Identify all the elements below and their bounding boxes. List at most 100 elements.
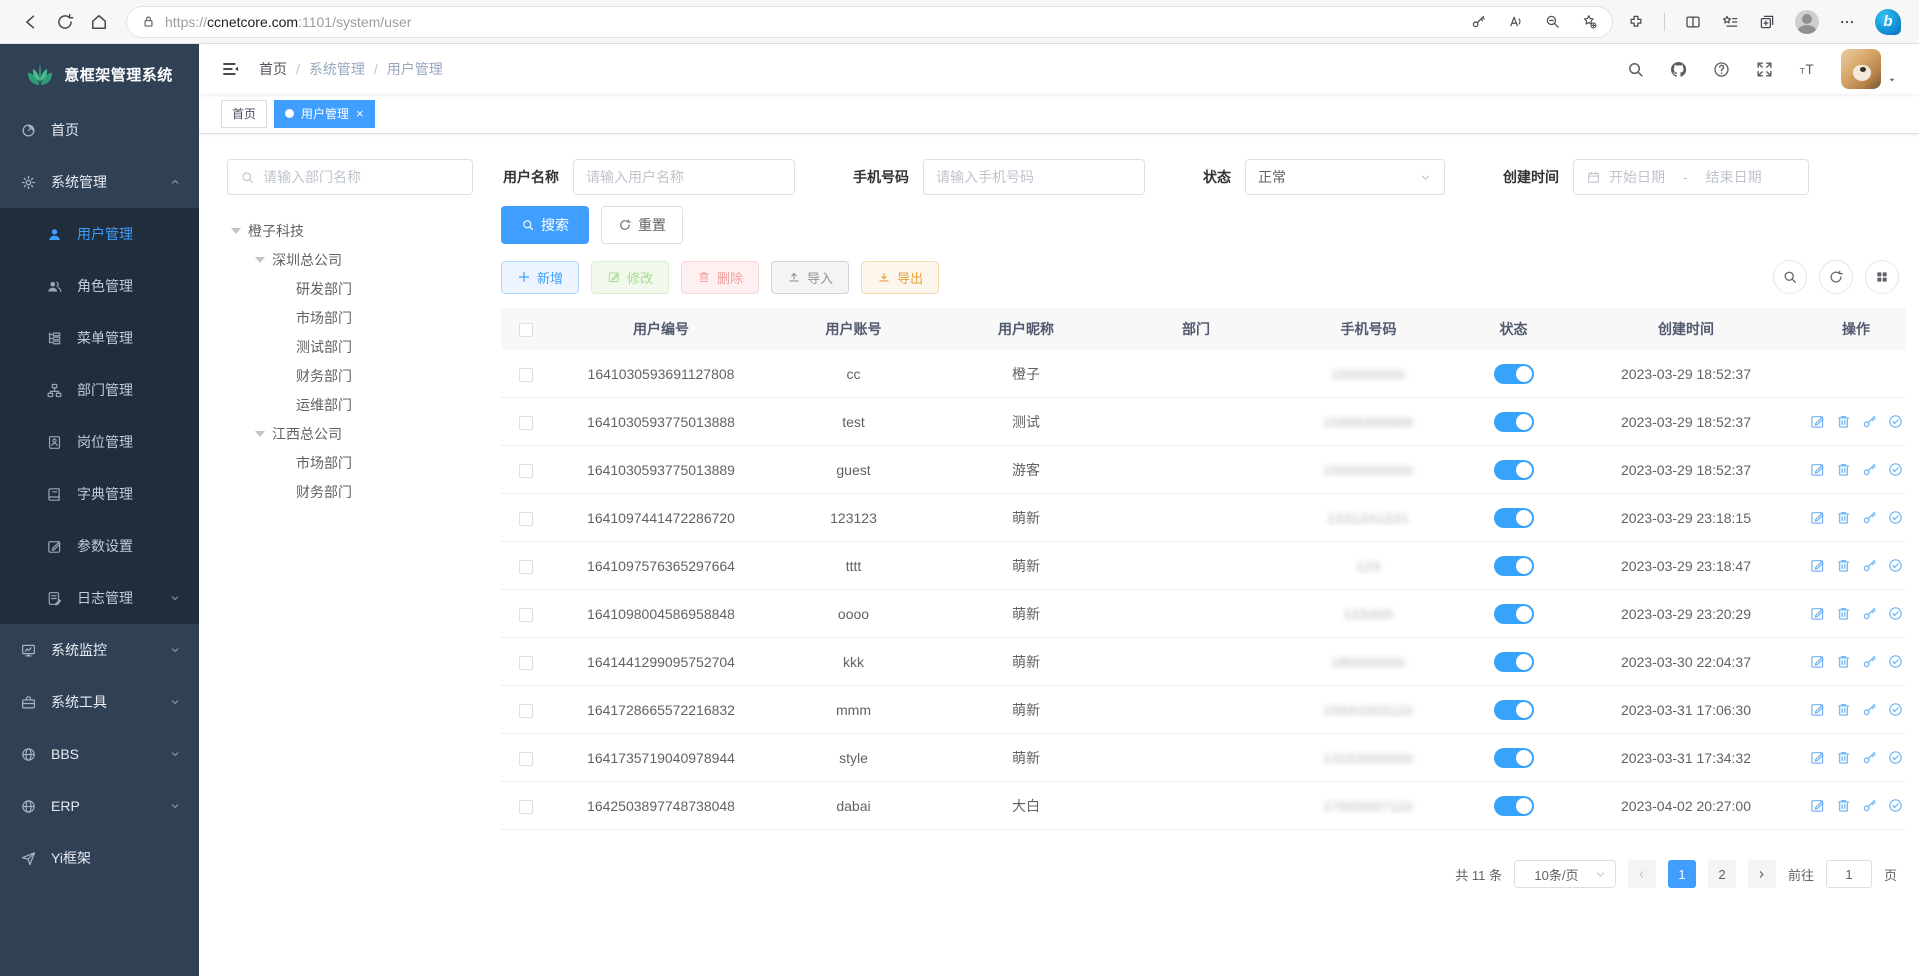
tab[interactable]: 首页: [221, 100, 267, 128]
reset-password-icon[interactable]: [1861, 797, 1878, 814]
breadcrumb-item[interactable]: 系统管理: [309, 59, 365, 79]
status-toggle[interactable]: [1494, 460, 1534, 480]
row-checkbox[interactable]: [519, 752, 533, 766]
edit-button[interactable]: 修改: [591, 261, 669, 294]
tab[interactable]: 用户管理 ×: [274, 100, 375, 128]
reset-password-icon[interactable]: [1861, 749, 1878, 766]
refresh-icon[interactable]: [48, 5, 82, 39]
fullscreen-icon[interactable]: [1755, 60, 1774, 79]
edit-icon[interactable]: [1809, 605, 1826, 622]
split-screen-icon[interactable]: [1684, 13, 1702, 31]
back-icon[interactable]: [14, 5, 48, 39]
phone-input[interactable]: 请输入手机号码: [923, 159, 1145, 195]
assign-role-icon[interactable]: [1887, 605, 1904, 622]
add-button[interactable]: 新增: [501, 261, 579, 294]
favorites-bar-icon[interactable]: [1721, 13, 1739, 31]
assign-role-icon[interactable]: [1887, 557, 1904, 574]
prev-page-button[interactable]: [1628, 860, 1656, 888]
page-button-1[interactable]: 1: [1668, 860, 1696, 888]
next-page-button[interactable]: [1748, 860, 1776, 888]
reset-password-icon[interactable]: [1861, 509, 1878, 526]
status-toggle[interactable]: [1494, 796, 1534, 816]
home-icon[interactable]: [82, 5, 116, 39]
row-checkbox[interactable]: [519, 704, 533, 718]
row-checkbox[interactable]: [519, 560, 533, 574]
sidebar-item-bbs[interactable]: BBS: [0, 728, 199, 780]
edit-icon[interactable]: [1809, 557, 1826, 574]
user-menu[interactable]: [1841, 49, 1897, 89]
tree-node[interactable]: 研发部门: [227, 274, 501, 303]
assign-role-icon[interactable]: [1887, 461, 1904, 478]
sidebar-item-log-mgmt[interactable]: 日志管理: [0, 572, 199, 624]
page-button-2[interactable]: 2: [1708, 860, 1736, 888]
refresh-table-button[interactable]: [1819, 260, 1853, 294]
delete-button[interactable]: 删除: [681, 261, 759, 294]
tree-node[interactable]: 市场部门: [227, 303, 501, 332]
tree-node[interactable]: 橙子科技: [227, 216, 501, 245]
header-search-icon[interactable]: [1626, 60, 1645, 79]
collapse-sidebar-icon[interactable]: [221, 59, 241, 79]
date-range-picker[interactable]: 开始日期 - 结束日期: [1573, 159, 1809, 195]
reset-password-icon[interactable]: [1861, 605, 1878, 622]
reset-password-icon[interactable]: [1861, 701, 1878, 718]
search-button[interactable]: 搜索: [501, 206, 589, 244]
tree-node[interactable]: 测试部门: [227, 332, 501, 361]
edit-icon[interactable]: [1809, 509, 1826, 526]
tree-node[interactable]: 运维部门: [227, 390, 501, 419]
reset-password-icon[interactable]: [1861, 413, 1878, 430]
github-icon[interactable]: [1669, 60, 1688, 79]
status-toggle[interactable]: [1494, 412, 1534, 432]
sidebar-item-post-mgmt[interactable]: 岗位管理: [0, 416, 199, 468]
select-all-checkbox[interactable]: [519, 323, 533, 337]
extensions-icon[interactable]: [1627, 13, 1645, 31]
sidebar-item-dept-mgmt[interactable]: 部门管理: [0, 364, 199, 416]
sidebar-item-home[interactable]: 首页: [0, 104, 199, 156]
delete-icon[interactable]: [1835, 509, 1852, 526]
column-settings-button[interactable]: [1865, 260, 1899, 294]
reset-password-icon[interactable]: [1861, 653, 1878, 670]
tree-node[interactable]: 江西总公司: [227, 419, 501, 448]
assign-role-icon[interactable]: [1887, 749, 1904, 766]
status-toggle[interactable]: [1494, 364, 1534, 384]
browser-profile-icon[interactable]: [1795, 10, 1819, 34]
reset-password-icon[interactable]: [1861, 557, 1878, 574]
row-checkbox[interactable]: [519, 416, 533, 430]
reset-password-icon[interactable]: [1861, 461, 1878, 478]
status-toggle[interactable]: [1494, 604, 1534, 624]
username-input[interactable]: 请输入用户名称: [573, 159, 795, 195]
edit-icon[interactable]: [1809, 797, 1826, 814]
edit-icon[interactable]: [1809, 701, 1826, 718]
delete-icon[interactable]: [1835, 413, 1852, 430]
help-icon[interactable]: [1712, 60, 1731, 79]
row-checkbox[interactable]: [519, 656, 533, 670]
reset-button[interactable]: 重置: [601, 206, 683, 244]
status-toggle[interactable]: [1494, 508, 1534, 528]
dept-search-input[interactable]: 请输入部门名称: [227, 159, 473, 195]
breadcrumb-item[interactable]: 首页: [259, 59, 287, 79]
delete-icon[interactable]: [1835, 797, 1852, 814]
tree-node[interactable]: 市场部门: [227, 448, 501, 477]
tree-node[interactable]: 财务部门: [227, 477, 501, 506]
sidebar-item-erp[interactable]: ERP: [0, 780, 199, 832]
row-checkbox[interactable]: [519, 512, 533, 526]
sidebar-item-param-settings[interactable]: 参数设置: [0, 520, 199, 572]
more-icon[interactable]: [1838, 13, 1856, 31]
collections-icon[interactable]: [1758, 13, 1776, 31]
sidebar-item-system-tools[interactable]: 系统工具: [0, 676, 199, 728]
row-checkbox[interactable]: [519, 608, 533, 622]
page-size-select[interactable]: 10条/页: [1514, 860, 1616, 888]
status-toggle[interactable]: [1494, 748, 1534, 768]
delete-icon[interactable]: [1835, 557, 1852, 574]
export-button[interactable]: 导出: [861, 261, 939, 294]
sidebar-item-role-mgmt[interactable]: 角色管理: [0, 260, 199, 312]
status-select[interactable]: 正常: [1245, 159, 1445, 195]
status-toggle[interactable]: [1494, 700, 1534, 720]
read-aloud-icon[interactable]: [1507, 13, 1524, 30]
sidebar-item-user-mgmt[interactable]: 用户管理: [0, 208, 199, 260]
row-checkbox[interactable]: [519, 464, 533, 478]
row-checkbox[interactable]: [519, 800, 533, 814]
status-toggle[interactable]: [1494, 652, 1534, 672]
assign-role-icon[interactable]: [1887, 653, 1904, 670]
edit-icon[interactable]: [1809, 413, 1826, 430]
font-size-icon[interactable]: [1798, 60, 1817, 79]
